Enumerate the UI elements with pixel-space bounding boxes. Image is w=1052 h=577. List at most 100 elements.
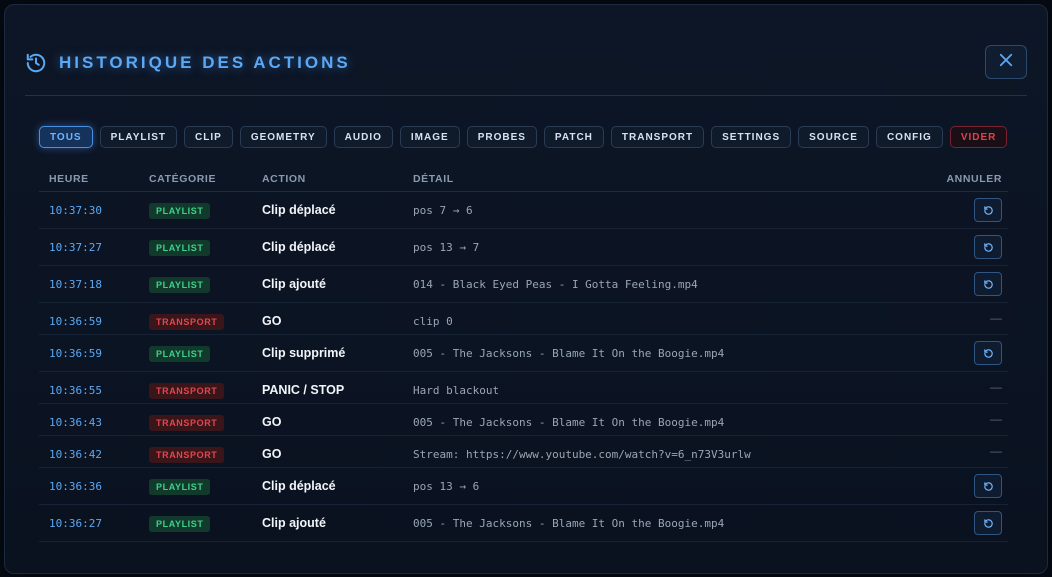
action-cell: Clip ajouté: [252, 265, 403, 303]
filter-chip-image[interactable]: IMAGE: [399, 126, 460, 148]
filter-chip-playlist[interactable]: PLAYLIST: [99, 126, 178, 148]
table-row: 10:37:30 PLAYLIST Clip déplacé pos 7 → 6: [39, 191, 1008, 229]
undo-icon: [983, 205, 994, 216]
filter-chip-config[interactable]: CONFIG: [875, 126, 943, 148]
time-cell: 10:37:18: [39, 265, 139, 303]
action-cell: PANIC / STOP: [252, 371, 403, 404]
filter-chip-settings[interactable]: SETTINGS: [711, 126, 792, 148]
category-badge: PLAYLIST: [149, 346, 211, 362]
row-action: GO: [262, 314, 282, 328]
time-cell: 10:37:30: [39, 191, 139, 229]
time-cell: 10:36:43: [39, 403, 139, 436]
row-time: 10:36:36: [49, 480, 102, 493]
detail-cell: 014 - Black Eyed Peas - I Gotta Feeling.…: [403, 265, 912, 303]
undo-unavailable: —: [990, 311, 1002, 325]
action-cell: Clip déplacé: [252, 228, 403, 266]
undo-cell: [912, 504, 1008, 542]
filter-chip-tous[interactable]: TOUS: [39, 126, 93, 148]
detail-cell: 005 - The Jacksons - Blame It On the Boo…: [403, 334, 912, 372]
filter-chip-transport[interactable]: TRANSPORT: [610, 126, 705, 148]
filter-chip-vider[interactable]: VIDER: [949, 126, 1008, 148]
row-detail: pos 13 → 6: [413, 480, 480, 493]
undo-button[interactable]: [974, 474, 1002, 498]
undo-icon: [983, 481, 994, 492]
action-cell: Clip déplacé: [252, 467, 403, 505]
row-time: 10:36:42: [49, 448, 102, 461]
time-cell: 10:36:36: [39, 467, 139, 505]
category-cell: TRANSPORT: [139, 302, 252, 335]
undo-cell: [912, 334, 1008, 372]
undo-button[interactable]: [974, 511, 1002, 535]
filter-chip-clip[interactable]: CLIP: [184, 126, 233, 148]
undo-button[interactable]: [974, 272, 1002, 296]
action-cell: Clip supprimé: [252, 334, 403, 372]
category-badge: PLAYLIST: [149, 277, 211, 293]
row-action: Clip déplacé: [262, 240, 336, 254]
modal-header: HISTORIQUE DES ACTIONS: [25, 5, 1027, 96]
undo-button[interactable]: [974, 198, 1002, 222]
table-row: 10:36:59 TRANSPORT GO clip 0 —: [39, 302, 1008, 335]
filter-chip-probes[interactable]: PROBES: [466, 126, 537, 148]
time-cell: 10:36:59: [39, 334, 139, 372]
undo-button[interactable]: [974, 341, 1002, 365]
row-detail: 005 - The Jacksons - Blame It On the Boo…: [413, 416, 725, 429]
category-cell: TRANSPORT: [139, 371, 252, 404]
undo-unavailable: —: [990, 380, 1002, 394]
action-cell: GO: [252, 403, 403, 436]
filter-chip-source[interactable]: SOURCE: [798, 126, 869, 148]
filter-chip-patch[interactable]: PATCH: [543, 126, 604, 148]
time-cell: 10:36:42: [39, 435, 139, 468]
close-button[interactable]: [985, 45, 1027, 79]
row-time: 10:37:27: [49, 241, 102, 254]
undo-cell: —: [912, 371, 1008, 404]
row-action: Clip déplacé: [262, 479, 336, 493]
time-cell: 10:36:55: [39, 371, 139, 404]
row-time: 10:36:59: [49, 315, 102, 328]
undo-unavailable: —: [990, 444, 1002, 458]
row-time: 10:36:27: [49, 517, 102, 530]
modal-title: HISTORIQUE DES ACTIONS: [59, 53, 351, 72]
filter-chip-geometry[interactable]: GEOMETRY: [239, 126, 327, 148]
history-table: HEURE CATÉGORIE ACTION DÉTAIL ANNULER 10…: [39, 167, 1008, 542]
row-action: GO: [262, 447, 282, 461]
detail-cell: 005 - The Jacksons - Blame It On the Boo…: [403, 504, 912, 542]
category-badge: TRANSPORT: [149, 415, 225, 431]
category-cell: PLAYLIST: [139, 334, 252, 372]
undo-icon: [983, 518, 994, 529]
category-cell: PLAYLIST: [139, 191, 252, 229]
category-filters: TOUS PLAYLIST CLIP GEOMETRY AUDIO IMAGE PROBES…: [39, 126, 1008, 148]
category-badge: TRANSPORT: [149, 383, 225, 399]
row-time: 10:36:55: [49, 384, 102, 397]
category-badge: TRANSPORT: [149, 447, 225, 463]
title-group: HISTORIQUE DES ACTIONS: [25, 52, 351, 74]
table-row: 10:36:59 PLAYLIST Clip supprimé 005 - The J…: [39, 334, 1008, 372]
history-icon: [25, 52, 47, 74]
undo-cell: [912, 191, 1008, 229]
row-detail: clip 0: [413, 315, 453, 328]
category-cell: TRANSPORT: [139, 435, 252, 468]
table-row: 10:37:18 PLAYLIST Clip ajouté 014 - Black E…: [39, 265, 1008, 303]
category-cell: PLAYLIST: [139, 467, 252, 505]
row-detail: pos 7 → 6: [413, 204, 473, 217]
detail-cell: pos 13 → 7: [403, 228, 912, 266]
table-row: 10:36:55 TRANSPORT PANIC / STOP Hard blacko…: [39, 371, 1008, 404]
filter-chip-audio[interactable]: AUDIO: [333, 126, 393, 148]
row-action: Clip ajouté: [262, 516, 326, 530]
action-cell: Clip déplacé: [252, 191, 403, 229]
column-header-undo: ANNULER: [912, 167, 1008, 192]
table-row: 10:36:43 TRANSPORT GO 005 - The Jacksons - …: [39, 403, 1008, 436]
table-header-row: HEURE CATÉGORIE ACTION DÉTAIL ANNULER: [39, 167, 1008, 192]
detail-cell: Hard blackout: [403, 371, 912, 404]
undo-cell: [912, 228, 1008, 266]
undo-cell: —: [912, 302, 1008, 335]
time-cell: 10:37:27: [39, 228, 139, 266]
row-detail: 005 - The Jacksons - Blame It On the Boo…: [413, 517, 725, 530]
category-badge: PLAYLIST: [149, 479, 211, 495]
undo-unavailable: —: [990, 412, 1002, 426]
undo-button[interactable]: [974, 235, 1002, 259]
table-row: 10:36:27 PLAYLIST Clip ajouté 005 - The Jac…: [39, 504, 1008, 542]
column-header-action: ACTION: [252, 167, 403, 192]
row-action: Clip déplacé: [262, 203, 336, 217]
row-detail: Stream: https://www.youtube.com/watch?v=…: [413, 448, 751, 461]
row-time: 10:37:30: [49, 204, 102, 217]
